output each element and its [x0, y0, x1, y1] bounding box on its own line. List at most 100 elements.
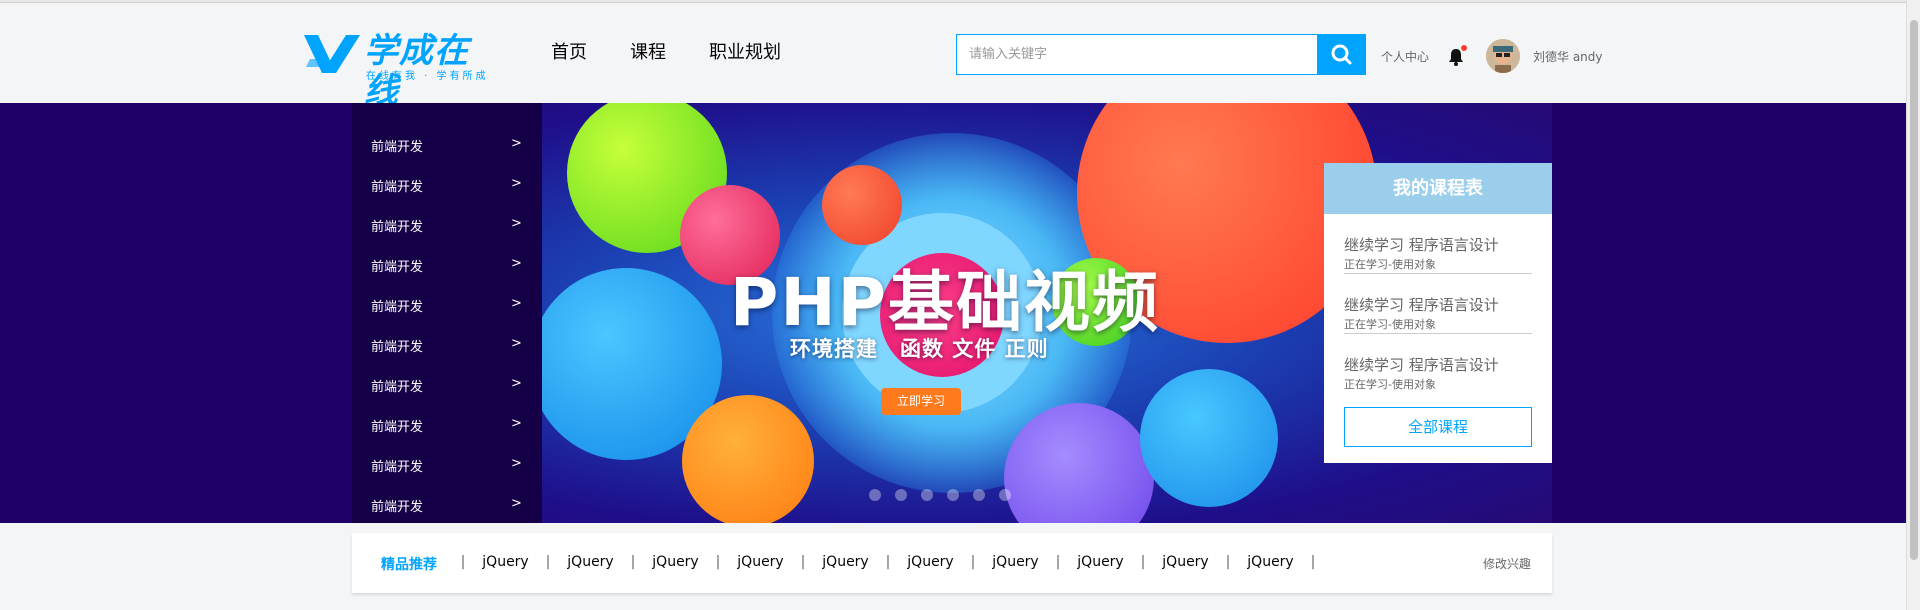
- separator: |: [630, 554, 636, 570]
- carousel-dot[interactable]: [973, 489, 985, 501]
- username[interactable]: 刘德华 andy: [1533, 48, 1603, 65]
- recommend-link[interactable]: jQuery: [1239, 554, 1302, 570]
- banner-subline: 环境搭建 函数 文件 正则: [790, 337, 1049, 361]
- category-label: 前端开发: [371, 140, 424, 155]
- user-avatar-icon: [1486, 39, 1520, 73]
- chevron-right-icon: >: [511, 256, 522, 271]
- modify-interests-link[interactable]: 修改兴趣: [1483, 555, 1531, 572]
- schedule-course: 继续学习 程序语言设计: [1344, 296, 1499, 314]
- category-label: 前端开发: [371, 300, 424, 315]
- category-item[interactable]: 前端开发 >: [352, 163, 542, 203]
- chevron-right-icon: >: [511, 496, 522, 511]
- category-label: 前端开发: [371, 340, 424, 355]
- recommend-link[interactable]: jQuery: [559, 554, 622, 570]
- category-item[interactable]: 前端开发 >: [352, 483, 542, 523]
- schedule-status: 正在学习-使用对象: [1344, 378, 1436, 391]
- category-label: 前端开发: [371, 380, 424, 395]
- recommend-link[interactable]: jQuery: [474, 554, 537, 570]
- category-label: 前端开发: [371, 460, 424, 475]
- recommend-link[interactable]: jQuery: [729, 554, 792, 570]
- site-logo[interactable]: 学成在线 在线有我 · 学有所成: [302, 31, 502, 111]
- category-item[interactable]: 前端开发 >: [352, 203, 542, 243]
- separator: |: [800, 554, 806, 570]
- search-box: [956, 34, 1366, 75]
- carousel-indicators: [869, 489, 1025, 501]
- learn-now-button[interactable]: 立即学习: [881, 388, 961, 415]
- main-nav: 首页 课程 职业规划: [551, 41, 824, 65]
- banner-red-small-circle: [822, 165, 902, 245]
- recommend-link[interactable]: jQuery: [1154, 554, 1217, 570]
- page-scrollbar[interactable]: [1906, 0, 1920, 610]
- search-input[interactable]: [956, 34, 1318, 75]
- schedule-entry[interactable]: 继续学习 程序语言设计 正在学习-使用对象: [1344, 274, 1532, 334]
- banner-orange-circle: [682, 395, 814, 523]
- chevron-right-icon: >: [511, 176, 522, 191]
- recommend-link[interactable]: jQuery: [814, 554, 877, 570]
- category-item[interactable]: 前端开发 >: [352, 123, 542, 163]
- chevron-right-icon: >: [511, 376, 522, 391]
- category-item[interactable]: 前端开发 >: [352, 403, 542, 443]
- nav-courses[interactable]: 课程: [630, 41, 666, 65]
- search-icon: [1331, 44, 1352, 65]
- category-menu: 前端开发 > 前端开发 > 前端开发 > 前端开发 > 前端开发 > 前端开发 > 前端开发…: [352, 103, 542, 523]
- chevron-right-icon: >: [511, 216, 522, 231]
- category-item[interactable]: 前端开发 >: [352, 283, 542, 323]
- search-button[interactable]: [1317, 34, 1366, 75]
- separator: |: [1055, 554, 1061, 570]
- chevron-right-icon: >: [511, 336, 522, 351]
- schedule-title: 我的课程表: [1324, 163, 1552, 214]
- nav-career[interactable]: 职业规划: [709, 41, 781, 65]
- scrollbar-thumb[interactable]: [1910, 20, 1918, 560]
- category-item[interactable]: 前端开发 >: [352, 443, 542, 483]
- schedule-status: 正在学习-使用对象: [1344, 318, 1436, 331]
- schedule-entry[interactable]: 继续学习 程序语言设计 正在学习-使用对象: [1344, 334, 1532, 394]
- recommend-link[interactable]: jQuery: [1069, 554, 1132, 570]
- banner-blue-right-circle: [1140, 369, 1278, 507]
- site-header: 学成在线 在线有我 · 学有所成 首页 课程 职业规划 个人中心: [0, 3, 1906, 111]
- category-item[interactable]: 前端开发 >: [352, 243, 542, 283]
- notification-button[interactable]: [1447, 45, 1467, 67]
- separator: |: [1140, 554, 1146, 570]
- separator: |: [460, 554, 466, 570]
- carousel-dot[interactable]: [947, 489, 959, 501]
- recommend-links: | jQuery | jQuery | jQuery | jQuery | jQ…: [452, 554, 1324, 570]
- chevron-right-icon: >: [511, 456, 522, 471]
- user-center-link[interactable]: 个人中心: [1381, 48, 1429, 65]
- carousel-dot[interactable]: [921, 489, 933, 501]
- separator: |: [545, 554, 551, 570]
- separator: |: [715, 554, 721, 570]
- category-label: 前端开发: [371, 180, 424, 195]
- schedule-status: 正在学习-使用对象: [1344, 258, 1436, 271]
- schedule-course: 继续学习 程序语言设计: [1344, 236, 1499, 254]
- chevron-right-icon: >: [511, 416, 522, 431]
- recommend-link[interactable]: jQuery: [984, 554, 1047, 570]
- chevron-right-icon: >: [511, 136, 522, 151]
- recommend-title: 精品推荐: [381, 557, 437, 573]
- recommend-link[interactable]: jQuery: [644, 554, 707, 570]
- schedule-entry[interactable]: 继续学习 程序语言设计 正在学习-使用对象: [1344, 214, 1532, 274]
- logo-x-icon: [304, 35, 360, 73]
- separator: |: [970, 554, 976, 570]
- schedule-course: 继续学习 程序语言设计: [1344, 356, 1499, 374]
- category-label: 前端开发: [371, 220, 424, 235]
- banner-headline: PHP基础视频: [730, 264, 1160, 341]
- carousel-dot[interactable]: [869, 489, 881, 501]
- nav-home[interactable]: 首页: [551, 41, 587, 65]
- notification-dot: [1461, 45, 1467, 51]
- hero-banner: 前端开发 > 前端开发 > 前端开发 > 前端开发 > 前端开发 > 前端开发 > 前端开发…: [0, 103, 1906, 523]
- all-courses-button[interactable]: 全部课程: [1344, 407, 1532, 447]
- category-item[interactable]: 前端开发 >: [352, 323, 542, 363]
- category-item[interactable]: 前端开发 >: [352, 363, 542, 403]
- category-label: 前端开发: [371, 260, 424, 275]
- avatar[interactable]: [1486, 39, 1520, 73]
- carousel-dot[interactable]: [999, 489, 1011, 501]
- category-label: 前端开发: [371, 420, 424, 435]
- chevron-right-icon: >: [511, 296, 522, 311]
- carousel-dot[interactable]: [895, 489, 907, 501]
- my-course-schedule: 我的课程表 继续学习 程序语言设计 正在学习-使用对象 继续学习 程序语言设计 …: [1324, 163, 1552, 463]
- separator: |: [1225, 554, 1231, 570]
- separator: |: [885, 554, 891, 570]
- category-label: 前端开发: [371, 500, 424, 515]
- recommend-link[interactable]: jQuery: [899, 554, 962, 570]
- logo-slogan: 在线有我 · 学有所成: [366, 71, 489, 82]
